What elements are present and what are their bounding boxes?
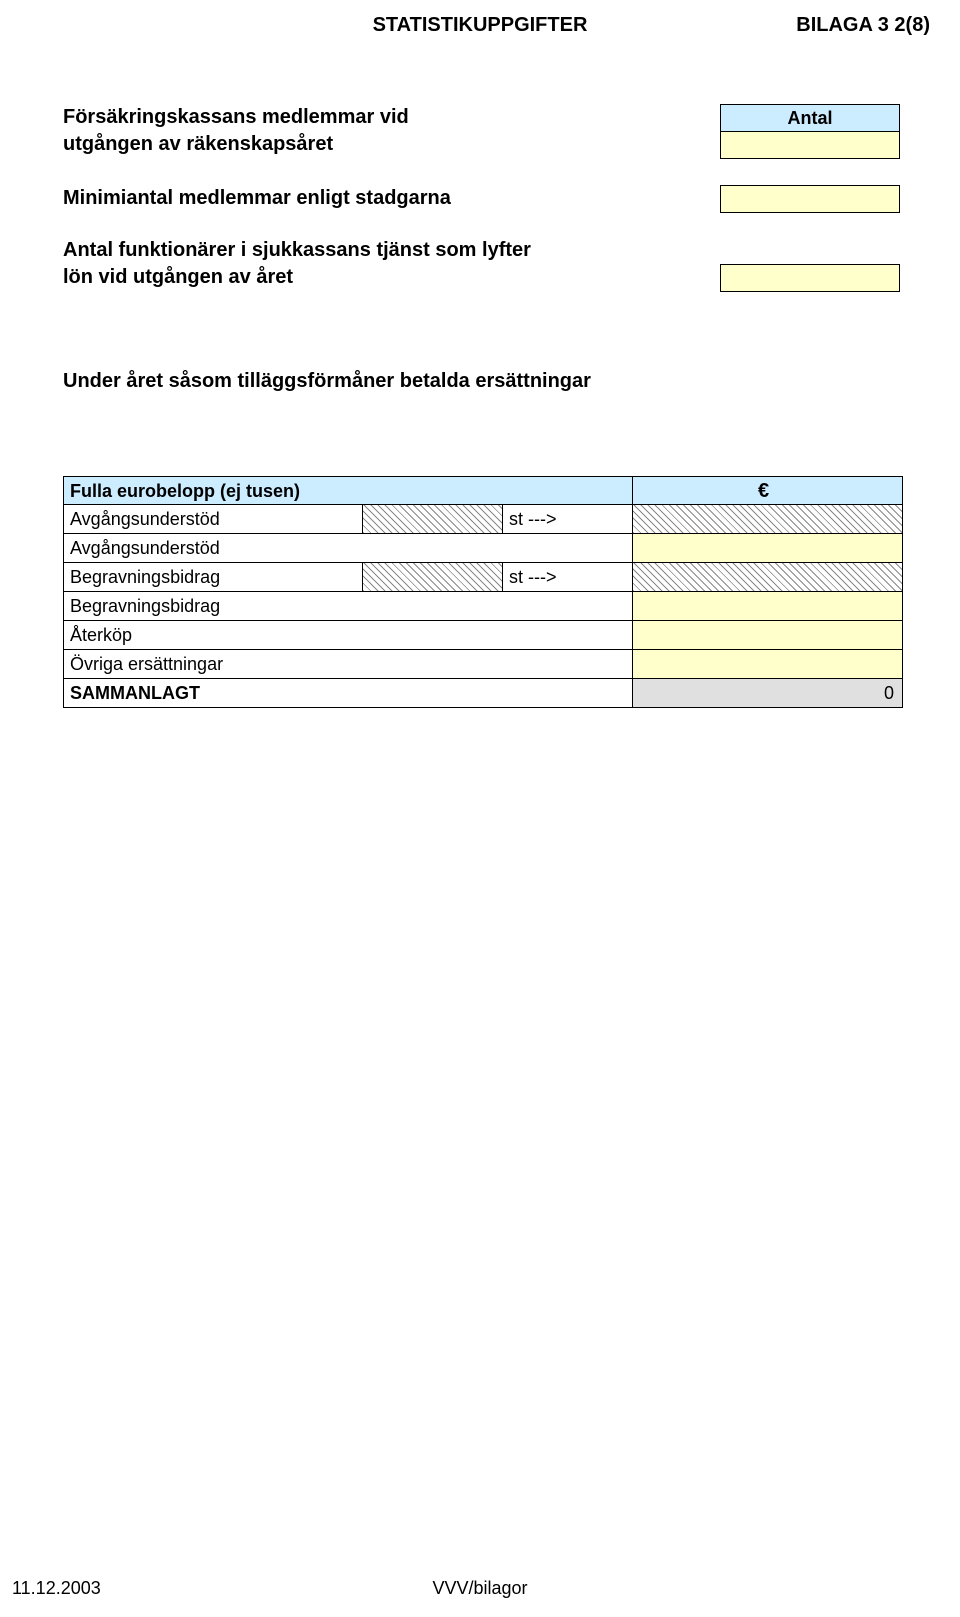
table-sum-row: SAMMANLAGT 0 (63, 679, 903, 708)
sum-value: 0 (633, 679, 903, 707)
antal-value-1[interactable] (720, 131, 900, 159)
antal-value-3[interactable] (720, 264, 900, 292)
row-count-field[interactable] (363, 505, 503, 533)
table-row: Övriga ersättningar (63, 650, 903, 679)
row-label: Övriga ersättningar (63, 650, 633, 678)
ersattningar-table: Fulla eurobelopp (ej tusen) € Avgångsund… (63, 476, 903, 708)
subtitle-tillaggsformaner: Under året såsom tilläggsförmåner betald… (63, 370, 591, 393)
label-funktionarer-line2: lön vid utgången av året (63, 266, 293, 289)
label-members-line2: utgången av räkenskapsåret (63, 133, 333, 156)
row-label: Återköp (63, 621, 633, 649)
table-header-right: € (633, 477, 903, 504)
row-amount-field[interactable] (633, 650, 903, 678)
label-minimum-members: Minimiantal medlemmar enligt stadgarna (63, 187, 451, 210)
table-row: Avgångsunderstöd st ---> (63, 505, 903, 534)
table-header-left: Fulla eurobelopp (ej tusen) (63, 477, 633, 504)
sum-label: SAMMANLAGT (63, 679, 633, 707)
row-label: Begravningsbidrag (63, 592, 633, 620)
footer-ref: VVV/bilagor (0, 1578, 960, 1599)
table-row: Avgångsunderstöd (63, 534, 903, 563)
table-row: Återköp (63, 621, 903, 650)
row-amount-field[interactable] (633, 621, 903, 649)
st-marker: st ---> (503, 505, 633, 533)
st-marker: st ---> (503, 563, 633, 591)
row-label: Begravningsbidrag (63, 563, 363, 591)
label-members-line1: Försäkringskassans medlemmar vid (63, 106, 409, 129)
row-count-field[interactable] (363, 563, 503, 591)
row-amount-field[interactable] (633, 592, 903, 620)
row-amount-field[interactable] (633, 563, 903, 591)
antal-header: Antal (720, 104, 900, 132)
row-amount-field[interactable] (633, 534, 903, 562)
row-label: Avgångsunderstöd (63, 534, 633, 562)
row-label: Avgångsunderstöd (63, 505, 363, 533)
row-amount-field[interactable] (633, 505, 903, 533)
table-header-row: Fulla eurobelopp (ej tusen) € (63, 476, 903, 505)
table-row: Begravningsbidrag (63, 592, 903, 621)
label-funktionarer-line1: Antal funktionärer i sjukkassans tjänst … (63, 239, 531, 262)
page-bilaga: BILAGA 3 2(8) (796, 14, 930, 37)
antal-value-2[interactable] (720, 185, 900, 213)
table-row: Begravningsbidrag st ---> (63, 563, 903, 592)
